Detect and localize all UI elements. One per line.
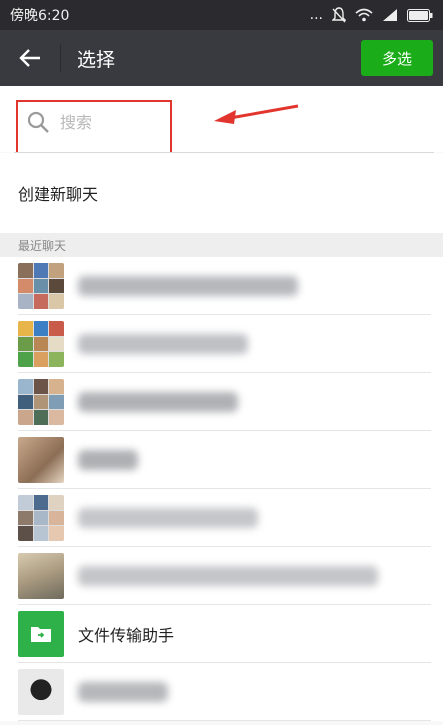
chat-row[interactable] bbox=[0, 431, 443, 489]
blurred-chat-name bbox=[78, 334, 248, 354]
mute-bell-icon bbox=[332, 7, 346, 23]
contact-avatar bbox=[18, 669, 64, 715]
contact-avatar bbox=[18, 437, 64, 483]
multi-select-button[interactable]: 多选 bbox=[361, 40, 433, 76]
chat-row-file-helper[interactable]: 文件传输助手 bbox=[0, 605, 443, 663]
search-input[interactable] bbox=[60, 112, 150, 132]
chat-name: 文件传输助手 bbox=[78, 626, 175, 645]
status-icons: ... bbox=[310, 7, 433, 23]
chat-row[interactable] bbox=[0, 315, 443, 373]
blurred-chat-name bbox=[78, 566, 378, 586]
recent-chats-header: 最近聊天 bbox=[0, 233, 443, 257]
appbar-divider bbox=[60, 44, 61, 72]
chat-row[interactable] bbox=[0, 663, 443, 721]
search-icon bbox=[27, 111, 49, 133]
contact-avatar bbox=[18, 553, 64, 599]
arrow-left-icon bbox=[19, 49, 40, 67]
blurred-chat-name bbox=[78, 450, 138, 470]
blurred-chat-name bbox=[78, 276, 298, 296]
status-time: 傍晚6:20 bbox=[10, 8, 70, 24]
file-helper-avatar bbox=[18, 611, 64, 657]
folder-icon bbox=[31, 627, 51, 642]
recent-chat-list: 文件传输助手 bbox=[0, 257, 443, 721]
blurred-chat-name bbox=[78, 682, 168, 702]
create-new-chat[interactable]: 创建新聊天 bbox=[0, 153, 443, 233]
group-avatar bbox=[18, 495, 64, 541]
chat-row[interactable] bbox=[0, 547, 443, 605]
app-bar: 选择 多选 bbox=[0, 30, 443, 86]
battery-icon bbox=[407, 8, 433, 22]
signal-icon bbox=[382, 8, 398, 22]
group-avatar bbox=[18, 379, 64, 425]
content-area: 创建新聊天 最近聊天 bbox=[0, 86, 443, 725]
group-avatar bbox=[18, 263, 64, 309]
blurred-chat-name bbox=[78, 392, 238, 412]
blurred-chat-name bbox=[78, 508, 258, 528]
page-title: 选择 bbox=[77, 48, 116, 71]
more-dots-icon: ... bbox=[309, 7, 323, 23]
chat-row[interactable] bbox=[0, 489, 443, 547]
wifi-icon bbox=[355, 8, 373, 22]
chat-row[interactable] bbox=[0, 373, 443, 431]
status-bar: 傍晚6:20 ... bbox=[0, 0, 443, 30]
chat-row[interactable] bbox=[0, 257, 443, 315]
annotation-arrow-icon bbox=[214, 104, 299, 124]
group-avatar bbox=[18, 321, 64, 367]
create-new-chat-label: 创建新聊天 bbox=[18, 185, 99, 204]
back-button[interactable] bbox=[0, 30, 60, 86]
